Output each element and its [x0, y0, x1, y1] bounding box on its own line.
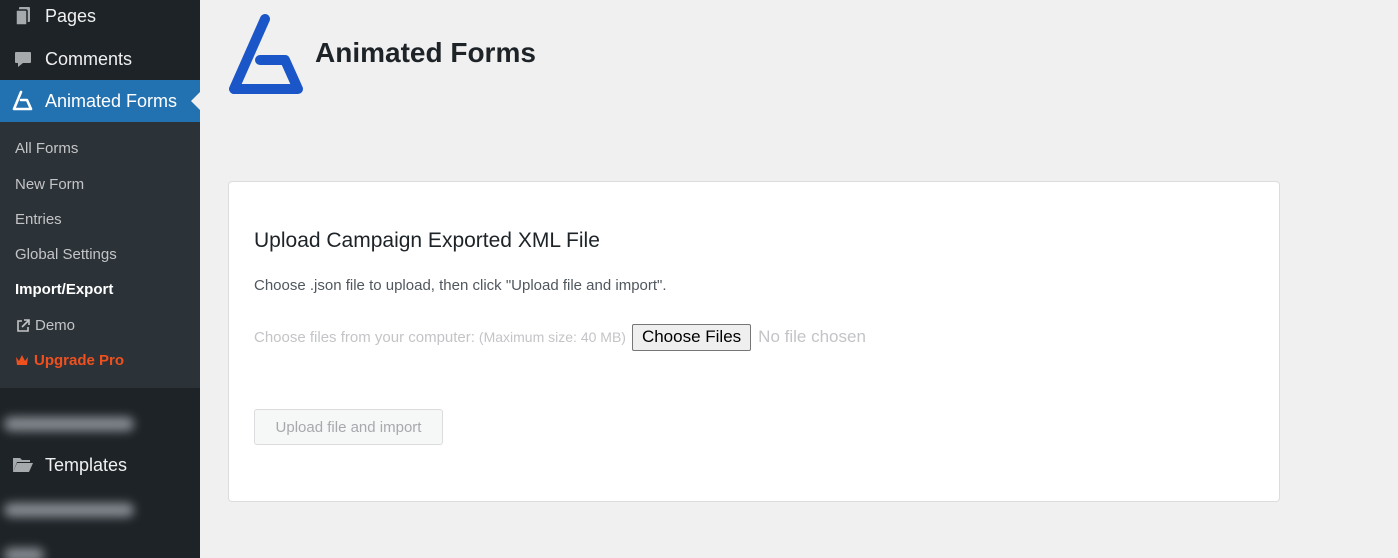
- obscured-menu-item: [4, 503, 134, 517]
- submenu-label: Import/Export: [15, 281, 114, 298]
- submenu-global-settings[interactable]: Global Settings: [15, 246, 117, 263]
- animated-forms-submenu: All Forms New Form Entries Global Settin…: [0, 122, 200, 388]
- sidebar-item-animated-forms[interactable]: Animated Forms: [0, 80, 200, 122]
- submenu-label: All Forms: [15, 140, 79, 157]
- submenu-label: New Form: [15, 176, 85, 193]
- sidebar-item-label: Animated Forms: [45, 90, 178, 111]
- pages-icon: [12, 5, 34, 27]
- submenu-all-forms[interactable]: All Forms: [15, 140, 78, 157]
- submenu-label: Demo: [35, 317, 76, 334]
- obscured-menu-item: [4, 417, 134, 431]
- animated-forms-icon: [12, 90, 34, 112]
- obscured-menu-item: [4, 548, 44, 558]
- external-link-icon: [15, 318, 31, 334]
- sidebar-item-label: Templates: [45, 454, 128, 475]
- animated-forms-logo: [228, 13, 304, 95]
- folder-icon: [12, 454, 34, 476]
- choose-files-button[interactable]: Choose Files: [631, 323, 752, 351]
- submenu-upgrade-pro[interactable]: Upgrade Pro: [15, 352, 124, 369]
- card-description: Choose .json file to upload, then click …: [254, 277, 667, 294]
- submenu-label: Entries: [15, 211, 62, 228]
- max-size-note: (Maximum size: 40 MB): [478, 329, 626, 345]
- admin-sidebar: Pages Comments Animated Forms All Forms …: [0, 0, 200, 558]
- no-file-chosen-text: No file chosen: [758, 327, 866, 346]
- submenu-new-form[interactable]: New Form: [15, 176, 84, 193]
- submenu-demo[interactable]: Demo: [15, 317, 75, 334]
- submenu-entries[interactable]: Entries: [15, 211, 62, 228]
- sidebar-item-comments[interactable]: Comments: [0, 38, 200, 80]
- submenu-import-export[interactable]: Import/Export: [15, 281, 113, 298]
- sidebar-item-label: Pages: [45, 5, 97, 26]
- comment-icon: [12, 48, 34, 70]
- sidebar-item-pages[interactable]: Pages: [0, 0, 200, 37]
- page-title: Animated Forms: [315, 37, 536, 68]
- sidebar-item-label: Comments: [45, 48, 133, 69]
- crown-icon: [15, 354, 29, 367]
- file-upload-row: Choose files from your computer: (Maximu…: [254, 323, 866, 351]
- sidebar-item-templates[interactable]: Templates: [0, 444, 200, 486]
- import-card: Upload Campaign Exported XML File Choose…: [228, 181, 1280, 502]
- submenu-label: Global Settings: [15, 246, 117, 263]
- submenu-label: Upgrade Pro: [34, 352, 125, 369]
- card-title: Upload Campaign Exported XML File: [254, 229, 600, 252]
- file-label: Choose files from your computer:: [254, 328, 475, 346]
- upload-import-button[interactable]: Upload file and import: [254, 409, 443, 445]
